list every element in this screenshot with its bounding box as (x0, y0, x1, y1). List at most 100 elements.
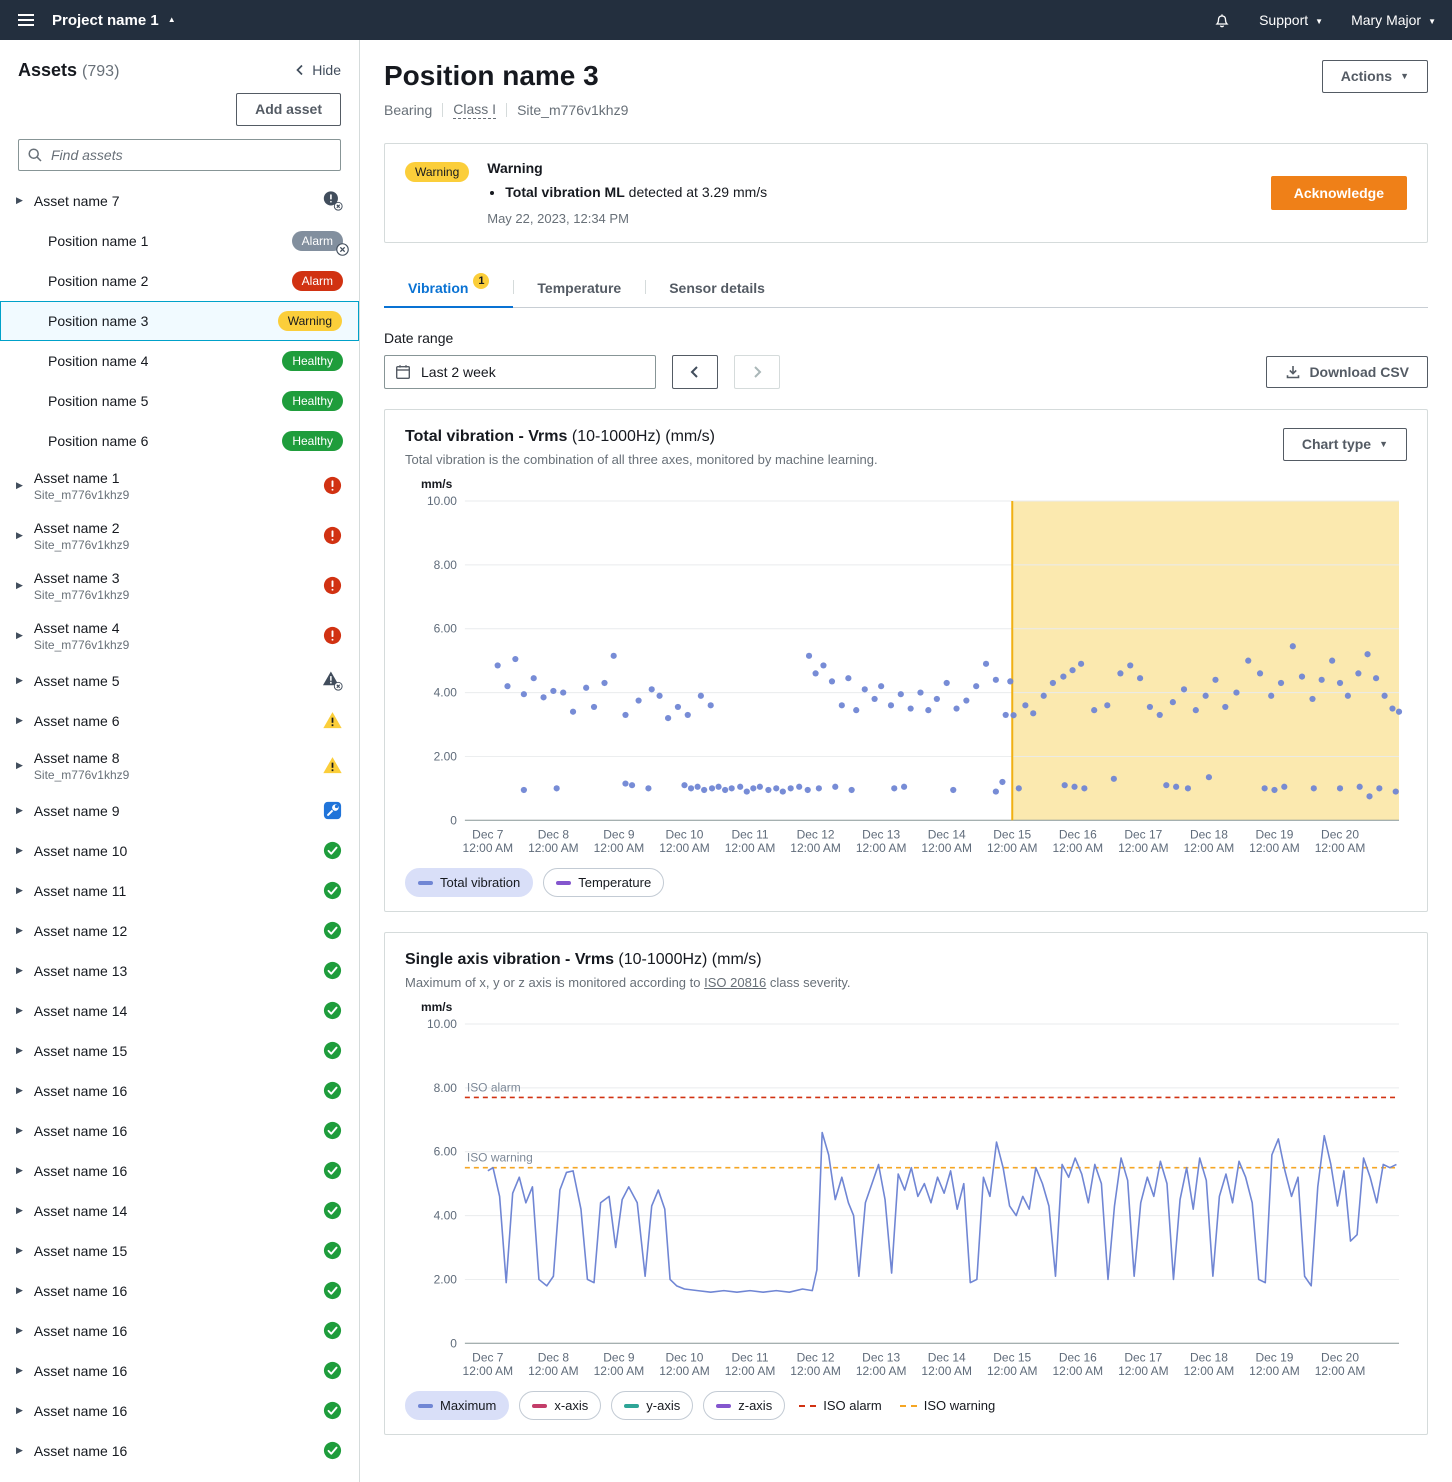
expand-caret-icon[interactable]: ▶ (16, 845, 23, 856)
date-range-select[interactable]: Last 2 week (384, 355, 656, 389)
healthy-status-icon (322, 1200, 343, 1221)
expand-caret-icon[interactable]: ▶ (16, 675, 23, 686)
iso-20816-link[interactable]: ISO 20816 (704, 975, 766, 990)
expand-caret-icon[interactable]: ▶ (16, 1045, 23, 1056)
legend-item-temperature[interactable]: Temperature (543, 868, 664, 897)
download-csv-button[interactable]: Download CSV (1266, 356, 1428, 389)
expand-caret-icon[interactable]: ▶ (16, 965, 23, 976)
asset-row[interactable]: ▶Asset name 16 (0, 1391, 359, 1431)
expand-caret-icon[interactable]: ▶ (16, 1125, 23, 1136)
expand-caret-icon[interactable]: ▶ (16, 1365, 23, 1376)
expand-caret-icon[interactable]: ▶ (16, 580, 23, 591)
asset-row[interactable]: ▶ Asset name 16 (0, 1431, 359, 1471)
tree-item-label: Asset name 16 (34, 1443, 127, 1459)
next-period-button[interactable] (734, 355, 780, 389)
add-asset-button[interactable]: Add asset (236, 93, 341, 126)
support-menu[interactable]: Support▼ (1259, 12, 1323, 28)
asset-row[interactable]: ▶Asset name 14 (0, 1191, 359, 1231)
expand-caret-icon[interactable]: ▶ (16, 480, 23, 491)
alert-title: Warning (487, 160, 767, 176)
asset-row[interactable]: ▶Asset name 5 (0, 661, 359, 701)
asset-row[interactable]: ▶Asset name 1Site_m776v1khz9 (0, 461, 359, 511)
tree-item-label: Asset name 16 (34, 1163, 127, 1179)
expand-caret-icon[interactable]: ▶ (16, 1205, 23, 1216)
position-row[interactable]: Position name 3Warning (0, 301, 359, 341)
hamburger-menu-icon[interactable] (16, 10, 36, 30)
notifications-bell-icon[interactable] (1213, 11, 1231, 29)
legend-item-y-axis[interactable]: y-axis (611, 1391, 693, 1420)
asset-row[interactable]: ▶Asset name 16 (0, 1311, 359, 1351)
asset-row[interactable]: ▶Asset name 7 (0, 181, 359, 221)
svg-text:Dec 12: Dec 12 (797, 827, 835, 841)
expand-caret-icon[interactable]: ▶ (16, 805, 23, 816)
user-menu[interactable]: Mary Major▼ (1351, 12, 1436, 28)
asset-row[interactable]: ▶Asset name 11 (0, 871, 359, 911)
expand-caret-icon[interactable]: ▶ (16, 1285, 23, 1296)
asset-row[interactable]: ▶Asset name 9 (0, 791, 359, 831)
expand-caret-icon[interactable]: ▶ (16, 1445, 23, 1456)
tree-item-label: Position name 2 (48, 273, 148, 289)
hide-panel-button[interactable]: Hide (295, 62, 341, 78)
expand-caret-icon[interactable]: ▶ (16, 1405, 23, 1416)
asset-row[interactable]: ▶Asset name 4Site_m776v1khz9 (0, 611, 359, 661)
asset-row[interactable]: ▶Asset name 16 (0, 1271, 359, 1311)
asset-row[interactable]: ▶Asset name 16 (0, 1351, 359, 1391)
position-row[interactable]: Position name 6Healthy (0, 421, 359, 461)
asset-row[interactable]: ▶Asset name 13 (0, 951, 359, 991)
legend-item-z-axis[interactable]: z-axis (703, 1391, 785, 1420)
asset-row[interactable]: ▶Asset name 8Site_m776v1khz9 (0, 741, 359, 791)
asset-row[interactable]: ▶Asset name 15 (0, 1231, 359, 1271)
actions-button[interactable]: Actions ▼ (1322, 60, 1428, 93)
position-row[interactable]: Position name 1Alarm (0, 221, 359, 261)
previous-period-button[interactable] (672, 355, 718, 389)
expand-caret-icon[interactable]: ▶ (16, 1085, 23, 1096)
expand-caret-icon[interactable]: ▶ (16, 760, 23, 771)
expand-caret-icon[interactable]: ▶ (16, 195, 23, 206)
expand-caret-icon[interactable]: ▶ (16, 715, 23, 726)
asset-row[interactable]: ▶Asset name 16 (0, 1071, 359, 1111)
tab-sensor-details[interactable]: Sensor details (645, 269, 789, 307)
expand-caret-icon[interactable]: ▶ (16, 530, 23, 541)
asset-row[interactable]: ▶Asset name 14 (0, 991, 359, 1031)
find-assets-input[interactable] (18, 139, 341, 171)
expand-caret-icon[interactable]: ▶ (16, 1165, 23, 1176)
expand-caret-icon[interactable]: ▶ (16, 1245, 23, 1256)
position-row[interactable]: Position name 4Healthy (0, 341, 359, 381)
asset-row[interactable]: ▶Asset name 10 (0, 831, 359, 871)
expand-caret-icon[interactable]: ▶ (16, 925, 23, 936)
asset-row[interactable]: ▶Asset name 12 (0, 911, 359, 951)
healthy-status-icon (322, 1160, 343, 1181)
asset-row[interactable]: ▶Asset name 2Site_m776v1khz9 (0, 511, 359, 561)
asset-row[interactable]: ▶Asset name 6 (0, 701, 359, 741)
legend-item-iso-warning[interactable]: ISO warning (896, 1392, 1000, 1419)
svg-text:12:00 AM: 12:00 AM (1118, 1364, 1169, 1378)
assets-panel: Assets (793) Hide Add asset ▶Asset name … (0, 40, 360, 1482)
series-color-mark (532, 1404, 547, 1408)
expand-caret-icon[interactable]: ▶ (16, 885, 23, 896)
expand-caret-icon[interactable]: ▶ (16, 1325, 23, 1336)
asset-row[interactable]: ▶Asset name 15 (0, 1031, 359, 1071)
healthy-status-icon (322, 1240, 343, 1261)
class-info-link[interactable]: Class I (453, 101, 496, 119)
asset-row[interactable]: ▶Asset name 3Site_m776v1khz9 (0, 561, 359, 611)
position-row[interactable]: Position name 5Healthy (0, 381, 359, 421)
svg-text:Dec 12: Dec 12 (797, 1351, 835, 1365)
chart-legend: Total vibration Temperature (405, 868, 1407, 897)
chart-type-button[interactable]: Chart type ▼ (1283, 428, 1407, 461)
asset-row[interactable]: ▶ Asset name 16 (0, 1151, 359, 1191)
legend-item-iso-alarm[interactable]: ISO alarm (795, 1392, 886, 1419)
tab-temperature[interactable]: Temperature (513, 269, 645, 307)
expand-caret-icon[interactable]: ▶ (16, 630, 23, 641)
single-axis-vibration-card: Single axis vibration - Vrms (10-1000Hz)… (384, 932, 1428, 1435)
legend-item-total-vibration[interactable]: Total vibration (405, 868, 533, 897)
asset-row[interactable]: ▶Asset name 16 (0, 1111, 359, 1151)
expand-caret-icon[interactable]: ▶ (16, 1005, 23, 1016)
acknowledge-button[interactable]: Acknowledge (1271, 176, 1407, 211)
warning-status-icon (322, 755, 343, 776)
position-row[interactable]: Position name 2Alarm (0, 261, 359, 301)
legend-item-maximum[interactable]: Maximum (405, 1391, 509, 1420)
tab-vibration[interactable]: Vibration1 (384, 269, 513, 307)
status-indicator (322, 525, 343, 546)
project-menu[interactable]: Project name 1 ▲ (52, 12, 176, 29)
legend-item-x-axis[interactable]: x-axis (519, 1391, 601, 1420)
